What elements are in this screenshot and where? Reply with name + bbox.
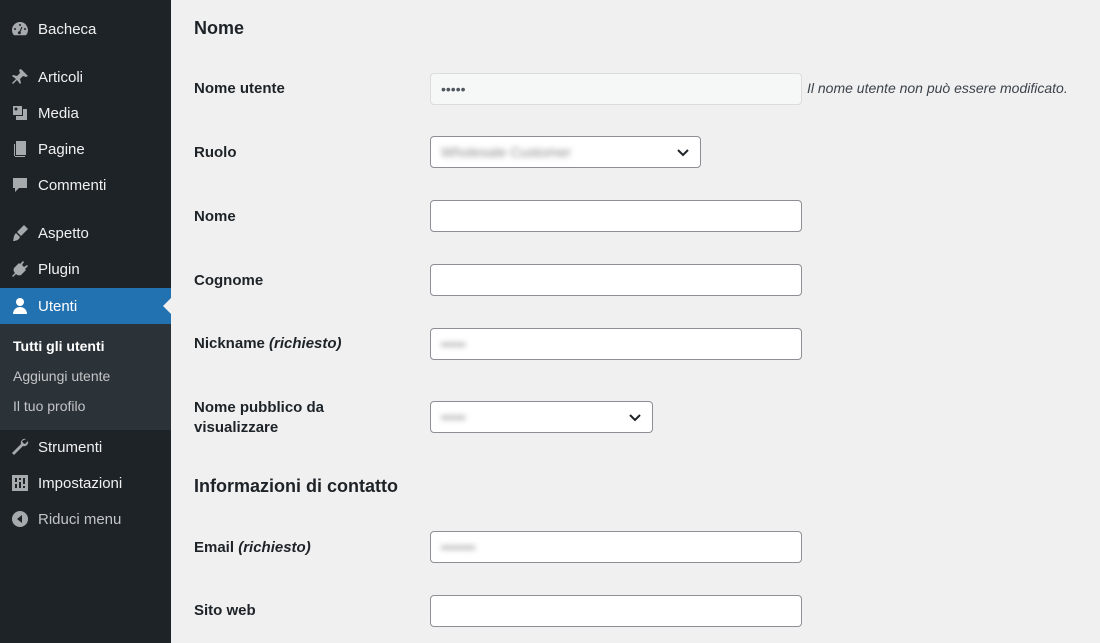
lastname-input[interactable]: [430, 264, 802, 296]
page-icon: [0, 139, 38, 159]
chevron-down-icon: [629, 414, 641, 422]
collapse-icon: [0, 509, 38, 529]
role-label: Ruolo: [194, 144, 237, 161]
sidebar-item-label: Media: [38, 104, 79, 122]
username-input: [430, 73, 802, 105]
required-indicator: (richiesto): [269, 335, 342, 352]
sidebar-item-label: Strumenti: [38, 438, 103, 456]
sidebar-item-label: Aspetto: [38, 224, 89, 242]
website-input[interactable]: [430, 595, 802, 627]
submenu-item-your-profile[interactable]: Il tuo profilo: [13, 398, 85, 414]
admin-sidebar: Bacheca Articoli Media Pagine Commenti A…: [0, 0, 171, 643]
display-name-select[interactable]: •••••: [430, 401, 653, 433]
website-label: Sito web: [194, 602, 256, 619]
username-label: Nome utente: [194, 80, 285, 97]
display-name-label-line2: visualizzare: [194, 419, 279, 436]
sidebar-item-plugin[interactable]: Plugin: [0, 251, 171, 287]
display-name-label-line1: Nome pubblico da: [194, 399, 325, 416]
section-title-name: Nome: [194, 18, 245, 38]
submenu-item-all-users[interactable]: Tutti gli utenti: [13, 338, 105, 354]
email-label-text: Email: [194, 539, 235, 556]
sidebar-item-utenti[interactable]: Utenti: [0, 288, 171, 324]
users-submenu: Tutti gli utenti Aggiungi utente Il tuo …: [0, 324, 171, 430]
required-indicator: (richiesto): [238, 539, 311, 556]
nickname-value: •••••: [441, 336, 466, 352]
display-name-label: Nome pubblico da visualizzare: [194, 398, 324, 438]
sidebar-item-label: Plugin: [38, 260, 80, 278]
sidebar-item-pagine[interactable]: Pagine: [0, 131, 171, 167]
email-value: •••••••: [441, 539, 476, 555]
collapse-menu-button[interactable]: Riduci menu: [0, 501, 171, 537]
brush-icon: [0, 223, 38, 243]
nickname-input[interactable]: •••••: [430, 328, 802, 360]
sidebar-item-articoli[interactable]: Articoli: [0, 59, 171, 95]
username-description: Il nome utente non può essere modificato…: [807, 80, 1068, 96]
display-name-value: •••••: [441, 409, 466, 425]
lastname-label: Cognome: [194, 272, 264, 289]
wrench-icon: [0, 437, 38, 457]
sidebar-item-bacheca[interactable]: Bacheca: [0, 11, 171, 47]
dashboard-icon: [0, 19, 38, 39]
submenu-item-add-user[interactable]: Aggiungi utente: [13, 368, 110, 384]
sidebar-item-label: Riduci menu: [38, 510, 122, 528]
sidebar-item-media[interactable]: Media: [0, 95, 171, 131]
sidebar-item-label: Impostazioni: [38, 474, 123, 492]
media-icon: [0, 103, 38, 123]
firstname-label: Nome: [194, 208, 236, 225]
sidebar-item-label: Utenti: [38, 297, 78, 315]
email-input[interactable]: •••••••: [430, 531, 802, 563]
nickname-label-text: Nickname: [194, 335, 265, 352]
role-select-value: Wholesale Customer: [441, 144, 571, 160]
active-indicator-arrow: [163, 298, 171, 314]
chevron-down-icon: [677, 149, 689, 157]
plugin-icon: [0, 259, 38, 279]
comment-icon: [0, 175, 38, 195]
section-title-contact: Informazioni di contatto: [194, 476, 398, 496]
email-label: Email (richiesto): [194, 538, 311, 558]
sidebar-item-label: Bacheca: [38, 20, 97, 38]
sidebar-item-label: Articoli: [38, 68, 84, 86]
user-icon: [0, 296, 38, 316]
pin-icon: [0, 67, 38, 87]
sidebar-item-label: Pagine: [38, 140, 85, 158]
settings-icon: [0, 473, 38, 493]
nickname-label: Nickname (richiesto): [194, 334, 342, 354]
firstname-input[interactable]: [430, 200, 802, 232]
sidebar-item-impostazioni[interactable]: Impostazioni: [0, 465, 171, 501]
sidebar-item-strumenti[interactable]: Strumenti: [0, 429, 171, 465]
sidebar-item-commenti[interactable]: Commenti: [0, 167, 171, 203]
sidebar-item-label: Commenti: [38, 176, 107, 194]
sidebar-item-aspetto[interactable]: Aspetto: [0, 215, 171, 251]
role-select[interactable]: Wholesale Customer: [430, 136, 701, 168]
